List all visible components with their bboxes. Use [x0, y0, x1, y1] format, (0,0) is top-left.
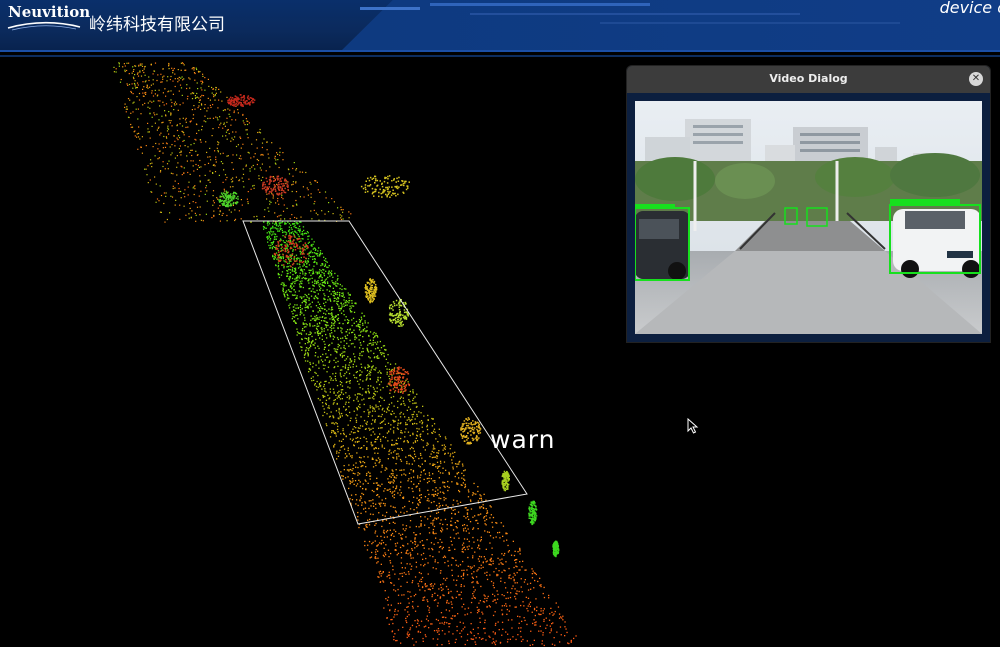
header-streak: [600, 22, 900, 24]
camera-feed: [635, 101, 982, 334]
app-header: Neuvition 岭纬科技有限公司 device c: [0, 0, 1000, 52]
header-streak: [470, 13, 800, 15]
close-icon[interactable]: ✕: [969, 72, 983, 86]
header-streak: [430, 3, 650, 6]
camera-scene: [635, 101, 982, 334]
video-dialog[interactable]: Video Dialog ✕: [627, 66, 990, 342]
header-accent-band: [340, 0, 1000, 52]
warning-zone-outline: [242, 220, 528, 525]
mouse-cursor-icon: [687, 418, 699, 434]
company-name: 岭纬科技有限公司: [89, 15, 225, 35]
warn-label: warn: [490, 425, 556, 454]
dialog-titlebar[interactable]: Video Dialog ✕: [627, 66, 990, 93]
lidar-points: [113, 62, 577, 647]
detection-label-bar: [890, 199, 960, 204]
dialog-title: Video Dialog: [769, 72, 848, 85]
logo-text: Neuvition: [8, 3, 91, 21]
detection-label-bar: [635, 204, 675, 208]
device-label: device c: [939, 0, 1000, 17]
header-streak: [360, 7, 420, 10]
header-substrip: [0, 52, 1000, 60]
